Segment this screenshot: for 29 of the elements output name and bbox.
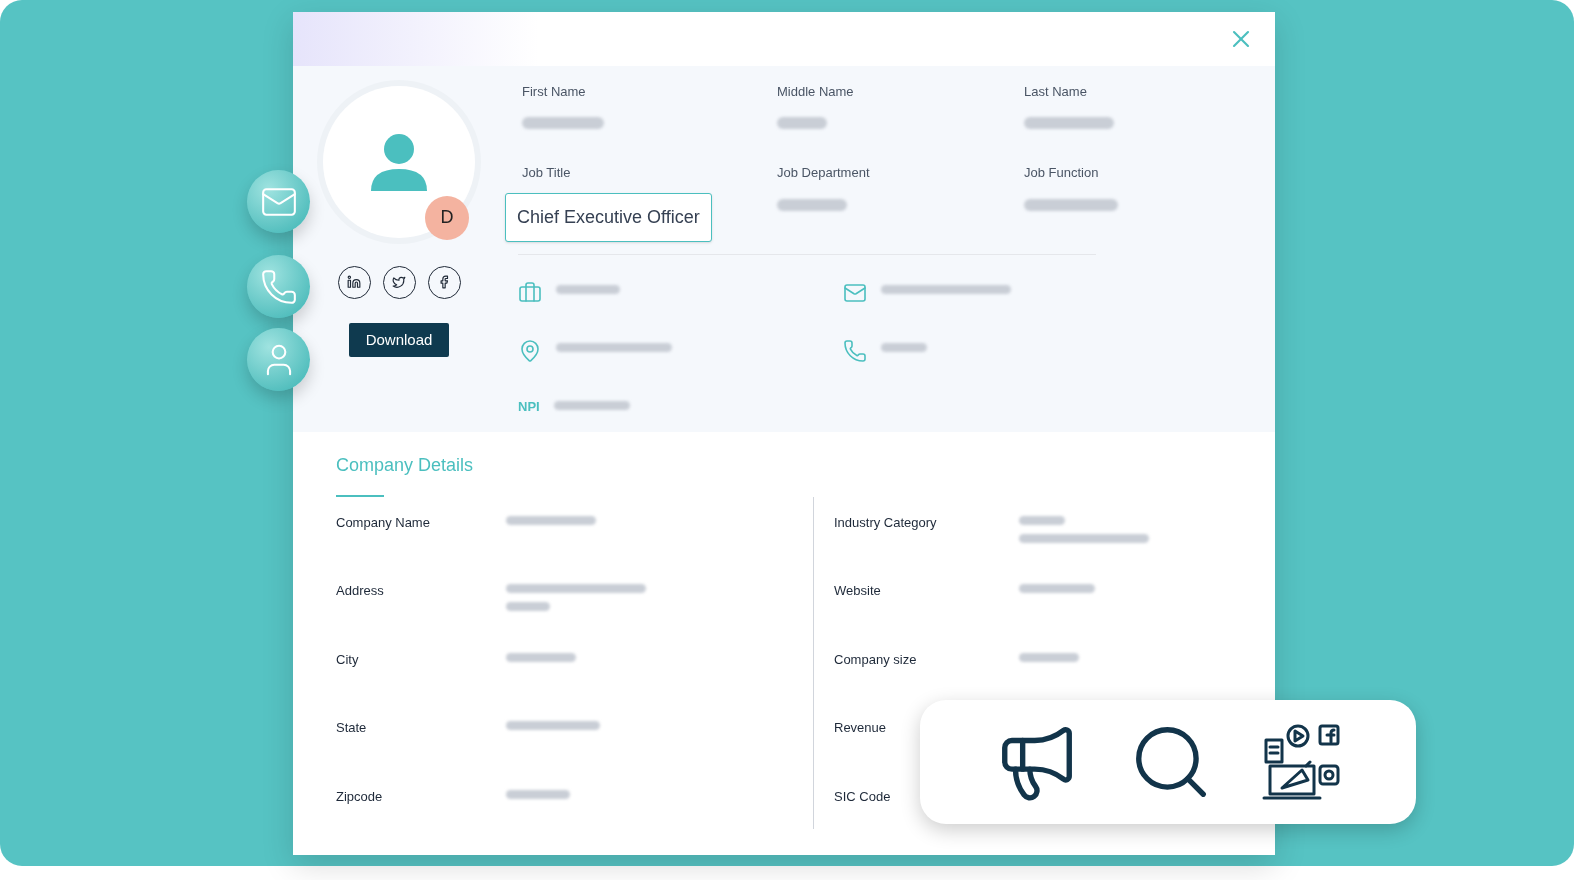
detail-label: Industry Category — [834, 513, 938, 532]
user-icon[interactable] — [247, 328, 310, 391]
field-label: Middle Name — [777, 82, 855, 101]
briefcase-icon — [518, 280, 542, 305]
npi-label: NPI — [518, 397, 540, 416]
user-icon — [371, 132, 427, 191]
detail-label: City — [336, 650, 360, 669]
detail-label: Address — [336, 582, 385, 600]
field-label: Job Function — [1024, 164, 1100, 183]
download-button[interactable]: Download — [348, 322, 450, 358]
section-title: Company Details — [336, 454, 474, 475]
field-label: Job Department — [777, 164, 871, 183]
social-media-icon — [1262, 722, 1342, 802]
phone-icon[interactable] — [247, 255, 310, 318]
field-value[interactable]: Chief Executive Officer — [505, 192, 712, 242]
field-label: Last Name — [1024, 82, 1088, 101]
detail-label: Company Name — [336, 513, 431, 532]
initial-badge: D — [425, 195, 469, 240]
detail-label: State — [336, 719, 368, 737]
phone-icon — [843, 338, 867, 363]
location-icon — [518, 338, 542, 363]
detail-label: SIC Code — [834, 787, 892, 806]
field-label: First Name — [522, 82, 587, 101]
detail-label: Website — [834, 582, 882, 600]
mail-icon[interactable] — [247, 170, 310, 233]
detail-label: Zipcode — [336, 787, 384, 806]
detail-label: Company size — [834, 650, 918, 669]
field-label: Job Title — [522, 164, 572, 183]
detail-label: Revenue — [834, 719, 888, 737]
